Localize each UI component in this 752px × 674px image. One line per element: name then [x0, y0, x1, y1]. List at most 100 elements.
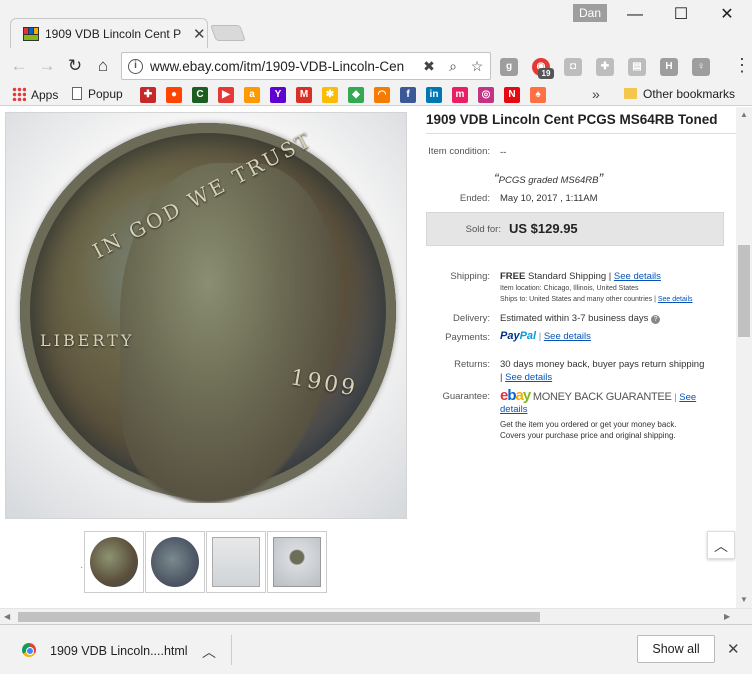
- returns-see-details-link[interactable]: See details: [505, 372, 552, 383]
- shipping-method: Standard Shipping |: [527, 271, 612, 282]
- show-all-downloads-button[interactable]: Show all: [637, 635, 715, 663]
- extension-g-icon[interactable]: g: [500, 58, 518, 76]
- gmail-icon[interactable]: M: [296, 87, 312, 103]
- shipping-free: FREE: [500, 271, 526, 282]
- site-info-icon[interactable]: i: [128, 59, 143, 74]
- browser-toolbar: ← → ↻ ⌂ i www.ebay.com/itm/1909-VDB-Linc…: [0, 48, 752, 84]
- guarantee-details-link[interactable]: details: [500, 404, 527, 415]
- netflix-icon[interactable]: N: [504, 87, 520, 103]
- thumbnail-strip: [84, 531, 327, 593]
- folder-icon: [624, 88, 637, 99]
- linkedin-icon[interactable]: in: [426, 87, 442, 103]
- chrome-menu-icon[interactable]: ⋮: [733, 56, 751, 74]
- coin-image: IN GOD WE TRUST LIBERTY 1909: [20, 123, 396, 503]
- scroll-up-arrow-icon[interactable]: ▲: [740, 110, 748, 119]
- thumbnail-3[interactable]: [206, 531, 266, 593]
- ships-to-text: Ships to: United States and many other c…: [500, 296, 656, 303]
- vertical-scroll-thumb[interactable]: [738, 245, 750, 337]
- item-title: 1909 VDB Lincoln Cent PCGS MS64RB Toned: [426, 112, 718, 127]
- page-icon: [72, 87, 82, 100]
- instagram-icon[interactable]: ◎: [478, 87, 494, 103]
- forward-arrow-icon[interactable]: →: [36, 56, 58, 76]
- chevron-up-icon[interactable]: ︿: [202, 642, 216, 662]
- facebook-icon[interactable]: f: [400, 87, 416, 103]
- condition-quote-text: PCGS graded MS64RB: [498, 175, 599, 186]
- main-item-photo[interactable]: IN GOD WE TRUST LIBERTY 1909: [5, 112, 407, 519]
- close-download-bar-icon[interactable]: ✕: [727, 640, 740, 658]
- thumbnail-4[interactable]: [267, 531, 327, 593]
- condition-value: --: [500, 147, 507, 158]
- scroll-left-arrow-icon[interactable]: ◀: [4, 612, 10, 621]
- ebay-logo: ebay: [500, 387, 531, 404]
- browser-tab[interactable]: 1909 VDB Lincoln Cent P ✕: [10, 18, 208, 48]
- thumb-coin-reverse: [151, 537, 199, 587]
- headphones-icon[interactable]: ◠: [374, 87, 390, 103]
- ended-label: Ended:: [459, 193, 490, 204]
- chrome-file-icon: [22, 643, 36, 657]
- address-bar[interactable]: i www.ebay.com/itm/1909-VDB-Lincoln-Cen …: [121, 52, 491, 80]
- thumbnail-2[interactable]: [145, 531, 205, 593]
- bookmarks-overflow-button[interactable]: »: [592, 86, 600, 102]
- tab-title: 1909 VDB Lincoln Cent P: [45, 27, 182, 41]
- yahoo-icon[interactable]: Y: [270, 87, 286, 103]
- shipping-see-details-link[interactable]: See details: [614, 271, 661, 282]
- blocked-plugin-icon[interactable]: ✖: [420, 58, 438, 76]
- payments-see-details-link[interactable]: See details: [544, 331, 591, 342]
- amazon-icon[interactable]: a: [244, 87, 260, 103]
- delivery-text: Estimated within 3-7 business days: [500, 313, 649, 324]
- url-text[interactable]: www.ebay.com/itm/1909-VDB-Lincoln-Cen: [150, 59, 412, 74]
- zoom-icon[interactable]: ⌕: [444, 58, 462, 76]
- download-divider: [231, 635, 232, 665]
- horizontal-scroll-thumb[interactable]: [18, 612, 540, 622]
- reload-icon[interactable]: ↻: [64, 56, 86, 76]
- other-bookmarks-folder[interactable]: Other bookmarks: [624, 87, 735, 101]
- photos-icon[interactable]: ✱: [322, 87, 338, 103]
- vertical-scrollbar[interactable]: ▲ ▼: [736, 107, 752, 608]
- back-arrow-icon[interactable]: ←: [8, 56, 30, 76]
- payments-label: Payments:: [445, 332, 490, 343]
- condition-quote: “PCGS graded MS64RB”: [494, 170, 603, 186]
- puzzle-icon[interactable]: ♠: [530, 87, 546, 103]
- back-to-top-button[interactable]: ︿: [707, 531, 735, 559]
- returns-value: 30 days money back, buyer pays return sh…: [500, 359, 705, 370]
- extension-count-badge: 19: [538, 68, 554, 79]
- thumbnail-1[interactable]: [84, 531, 144, 593]
- horizontal-scrollbar[interactable]: ◀ ▶: [0, 608, 752, 624]
- home-icon[interactable]: ⌂: [92, 56, 114, 76]
- profile-badge[interactable]: Dan: [573, 4, 607, 22]
- new-tab-button[interactable]: [210, 25, 246, 41]
- minimize-button[interactable]: —: [612, 0, 658, 30]
- camera-extension-icon[interactable]: ◘: [564, 58, 582, 76]
- ships-to-see-details-link[interactable]: See details: [658, 296, 693, 303]
- help-icon[interactable]: ?: [651, 315, 661, 324]
- bookmark-star-icon[interactable]: ☆: [468, 58, 486, 76]
- scroll-down-arrow-icon[interactable]: ▼: [740, 595, 748, 604]
- reddit-icon[interactable]: ●: [166, 87, 182, 103]
- dss-extension-icon[interactable]: ▤: [628, 58, 646, 76]
- m-icon[interactable]: m: [452, 87, 468, 103]
- returns-details: | See details: [500, 372, 552, 383]
- pin-icon[interactable]: ✚: [140, 87, 156, 103]
- guarantee-see-link[interactable]: See: [679, 392, 696, 403]
- close-window-button[interactable]: ✕: [704, 0, 750, 30]
- maps-icon[interactable]: ◆: [348, 87, 364, 103]
- thumb-slab-front: [212, 537, 260, 587]
- youtube-icon[interactable]: ▶: [218, 87, 234, 103]
- guarantee-label: Guarantee:: [442, 391, 490, 402]
- bookmark-popup[interactable]: Popup: [72, 87, 123, 101]
- puzzle-extension-icon[interactable]: ✚: [596, 58, 614, 76]
- download-filename[interactable]: 1909 VDB Lincoln....html: [50, 644, 188, 658]
- bookmarks-bar: Apps Popup ✚ ● C ▶ a Y M ✱ ◆ ◠ f in m ◎ N ♠ » Other boo…: [0, 84, 752, 106]
- scroll-right-arrow-icon[interactable]: ▶: [724, 612, 730, 621]
- tab-close-icon[interactable]: ✕: [193, 25, 206, 43]
- paypal-pal: Pal: [519, 330, 537, 342]
- ended-value: May 10, 2017 , 1:11AM: [500, 193, 598, 204]
- c-icon[interactable]: C: [192, 87, 208, 103]
- sold-price: US $129.95: [509, 221, 578, 236]
- bookmark-apps[interactable]: Apps: [12, 87, 58, 102]
- paypal-logo: PayPal: [500, 330, 536, 342]
- lightbulb-extension-icon[interactable]: ♀: [692, 58, 710, 76]
- h-extension-icon[interactable]: H: [660, 58, 678, 76]
- maximize-button[interactable]: ☐: [658, 0, 704, 30]
- sold-label: Sold for:: [465, 224, 501, 235]
